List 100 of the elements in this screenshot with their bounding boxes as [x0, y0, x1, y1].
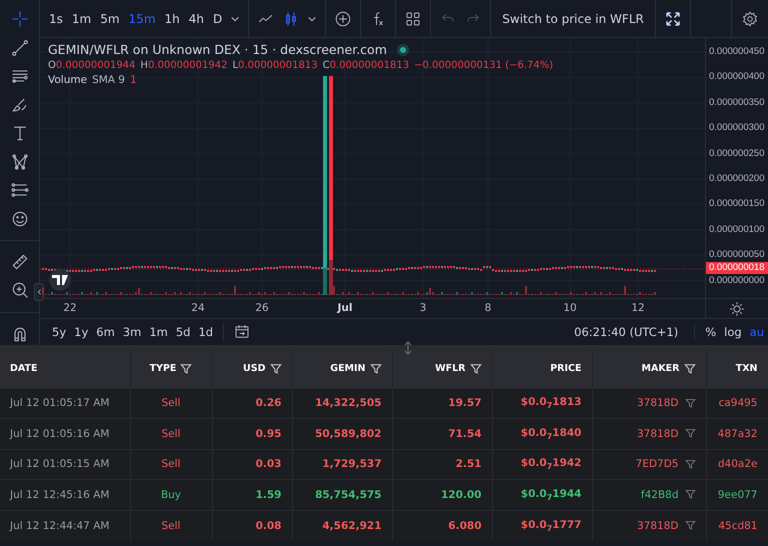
price-tick: 0.000000100 [709, 224, 764, 235]
range-button[interactable]: 5d [172, 323, 194, 341]
table-cell: Sell [130, 449, 212, 480]
table-cell: 2.51 [392, 449, 492, 480]
sma-label: SMA 9 [92, 74, 125, 86]
interval-tab[interactable]: D [209, 8, 226, 28]
price-tick: 0.000000450 [709, 46, 764, 57]
range-button[interactable]: 1d [194, 323, 218, 341]
header-label: PRICE [550, 363, 582, 374]
table-cell: 6.080 [392, 510, 492, 540]
filter-icon[interactable] [684, 362, 696, 375]
table-cell: 487a32 [706, 418, 768, 449]
filter-icon[interactable] [684, 428, 696, 440]
filter-icon[interactable] [684, 398, 696, 409]
column-header[interactable]: USD [212, 350, 292, 388]
header-label: USD [243, 363, 266, 374]
ohlc-label: O [48, 60, 56, 71]
table-cell: $0.0$_{7}$1944 [492, 480, 592, 510]
table-cell: 0.03 [212, 449, 292, 480]
table-cell: 0.26 [212, 388, 292, 418]
table-cell: 4,562,921 [292, 510, 392, 540]
price-tick: 0.000000300 [709, 122, 764, 134]
date-label: 12 [631, 302, 645, 314]
range-button[interactable]: 6m [92, 323, 119, 341]
ohlc-value: 0.00000001813 [238, 60, 318, 71]
filter-icon[interactable] [684, 458, 696, 470]
table-cell: $0.0$_{7}$1813 [492, 388, 592, 418]
table-cell: Jul 12 12:44:47 AM [0, 510, 130, 540]
price-tick: 0.000000250 [709, 148, 764, 159]
header-label: MAKER [642, 363, 680, 374]
maker-address[interactable]: 37818D [637, 520, 678, 532]
table-cell: 9ee077 [706, 480, 768, 510]
header-label: WFLR [435, 363, 466, 374]
column-header[interactable]: DATE [0, 350, 130, 388]
maker-address[interactable]: 37818D [637, 428, 678, 440]
table-cell: 50,589,802 [292, 418, 392, 449]
maker-address[interactable]: 37818D [637, 397, 678, 410]
ohlc-value: 0.00000001813 [330, 60, 410, 71]
table-cell: 120.00 [392, 480, 492, 510]
symbol-title: GEMIN/WFLR on Unknown DEX · 15 · dexscreener.com [48, 42, 387, 57]
header-label: TXN [736, 363, 758, 374]
ohlc-value: 0.00000001942 [148, 60, 228, 71]
table-cell: Sell [130, 388, 212, 418]
maker-address[interactable]: f42B8d [640, 488, 678, 501]
ohlc-label: L [232, 60, 238, 71]
maker-address[interactable]: 7ED7D5 [636, 458, 678, 470]
date-label: Jul [338, 302, 352, 314]
header-label: DATE [10, 363, 38, 374]
table-cell: 1,729,537 [292, 449, 392, 480]
ohlc-label: C [322, 60, 330, 71]
column-header[interactable]: GEMIN [292, 350, 392, 388]
last-price-badge: 0.000000018 [706, 262, 768, 274]
ohlc-label: H [140, 60, 148, 71]
interval-tab[interactable]: 5m [96, 8, 124, 28]
table-cell: 14,322,505 [292, 388, 392, 418]
filter-icon[interactable] [470, 362, 482, 375]
price-tick: 0.000000000 [709, 274, 764, 286]
interval-tab[interactable]: 15m [124, 8, 160, 28]
column-header[interactable]: PRICE [492, 350, 592, 388]
table-cell: 71.54 [392, 418, 492, 449]
chevron-left-icon[interactable] [34, 283, 44, 301]
table-cell: d40a2e [706, 449, 768, 480]
ohlc-value: 0.00000001944 [56, 60, 136, 71]
interval-tab[interactable]: 1s [45, 8, 67, 28]
table-cell: Jul 12 01:05:16 AM [0, 418, 130, 449]
switch-price-button[interactable]: Switch to price in WFLR [496, 8, 650, 30]
price-tick: 0.000000050 [709, 249, 764, 260]
volume-value: 1 [130, 74, 137, 86]
column-header[interactable]: WFLR [392, 350, 492, 388]
interval-tab[interactable]: 1m [68, 8, 96, 28]
table-cell: Jul 12 01:05:15 AM [0, 449, 130, 480]
column-header[interactable]: TXN [706, 350, 768, 388]
table-cell: $0.0$_{7}$1777 [492, 510, 592, 540]
tv-logo-icon [49, 269, 71, 291]
scale-toggle[interactable]: % [701, 323, 720, 341]
range-button[interactable]: 3m [118, 323, 146, 341]
date-label: 3 [420, 302, 426, 314]
resize-handle-icon[interactable] [403, 340, 413, 354]
table-cell: 85,754,575 [292, 480, 392, 510]
scale-toggle[interactable]: log [720, 323, 746, 341]
price-tick: 0.000000150 [709, 198, 764, 210]
interval-tab[interactable]: 1h [160, 8, 184, 28]
filter-icon[interactable] [180, 362, 192, 375]
date-label: 24 [191, 302, 205, 314]
range-button[interactable]: 1y [70, 323, 92, 341]
range-button[interactable]: 5y [48, 323, 70, 341]
date-label: 22 [63, 302, 77, 314]
date-label: 10 [563, 302, 577, 314]
interval-tab[interactable]: 4h [184, 8, 208, 28]
range-button[interactable]: 1m [145, 323, 172, 341]
scale-toggle[interactable]: au [746, 323, 768, 341]
table-cell: 0.08 [212, 510, 292, 540]
date-label: 8 [484, 302, 492, 314]
filter-icon[interactable] [684, 520, 696, 531]
price-tick: 0.000000350 [709, 96, 764, 108]
column-header[interactable]: TYPE [130, 350, 212, 388]
column-header[interactable]: MAKER [592, 350, 706, 388]
filter-icon[interactable] [370, 362, 382, 375]
filter-icon[interactable] [270, 362, 282, 375]
filter-icon[interactable] [684, 489, 696, 500]
